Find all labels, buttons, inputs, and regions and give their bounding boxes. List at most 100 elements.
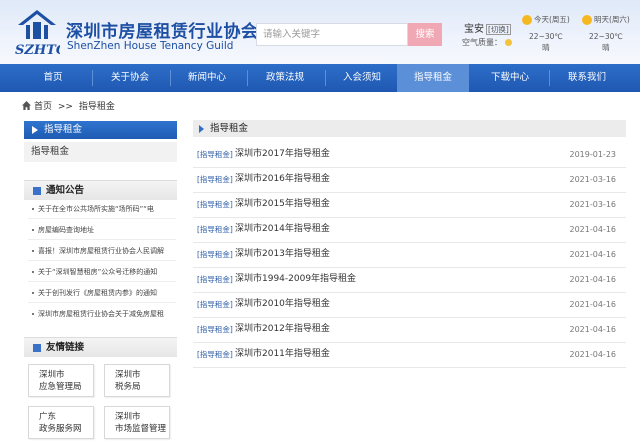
link-tax-bureau[interactable]: 深圳市 税务局 xyxy=(104,364,170,397)
divider xyxy=(28,239,176,240)
nav-item-home[interactable]: 首页 xyxy=(18,64,88,92)
notice-panel-title: 通知公告 xyxy=(46,185,85,196)
guild-logo[interactable]: SZHTG xyxy=(14,8,60,58)
nav-divider xyxy=(170,70,171,86)
item-tag: [指导租金] xyxy=(197,300,233,309)
item-title[interactable]: 深圳市2012年指导租金 xyxy=(235,317,330,342)
breadcrumb-home[interactable]: 首页 xyxy=(34,102,52,112)
item-title[interactable]: 深圳市1994-2009年指导租金 xyxy=(235,267,356,292)
link-line: 深圳市 xyxy=(115,412,141,422)
notice-item[interactable]: 关于“深圳智慧租房”公众号迁移的通知 xyxy=(32,267,174,277)
list-item[interactable]: [指导租金] 深圳市2010年指导租金 2021-04-16 xyxy=(193,292,626,317)
item-date: 2021-04-16 xyxy=(569,300,617,309)
bullet-icon xyxy=(32,271,34,273)
notice-text: 关于“深圳智慧租房”公众号迁移的通知 xyxy=(38,268,158,276)
weather-day: 明天(周六) xyxy=(594,15,630,24)
weather-temp: 22~30℃ xyxy=(589,32,623,41)
link-line: 深圳市 xyxy=(39,370,65,380)
link-line: 市场监督管理 xyxy=(115,424,167,434)
weather-day: 今天(周五) xyxy=(534,15,570,24)
item-title[interactable]: 深圳市2015年指导租金 xyxy=(235,192,330,217)
square-bullet-icon xyxy=(33,187,41,195)
city-name: 宝安 xyxy=(464,24,484,35)
list-item[interactable]: [指导租金] 深圳市2015年指导租金 2021-03-16 xyxy=(193,192,626,217)
item-title[interactable]: 深圳市2017年指导租金 xyxy=(235,142,330,167)
notice-item[interactable]: 房屋编码查询地址 xyxy=(32,225,174,235)
divider xyxy=(28,302,176,303)
nav-item-policy[interactable]: 政策法规 xyxy=(250,64,320,92)
item-tag: [指导租金] xyxy=(197,250,233,259)
nav-item-news[interactable]: 新闻中心 xyxy=(172,64,242,92)
list-item[interactable]: [指导租金] 深圳市1994-2009年指导租金 2021-04-16 xyxy=(193,267,626,292)
search-button[interactable]: 搜索 xyxy=(408,23,442,46)
list-item[interactable]: [指导租金] 深圳市2016年指导租金 2021-03-16 xyxy=(193,167,626,192)
sun-icon xyxy=(582,15,592,25)
sidebar-section-header: 指导租金 xyxy=(24,121,177,139)
search-input[interactable]: 请输入关键字 xyxy=(256,23,408,46)
notice-item[interactable]: 关于创刊发行《房屋租赁内参》的通知 xyxy=(32,288,174,298)
item-tag: [指导租金] xyxy=(197,175,233,184)
notice-text: 关于创刊发行《房屋租赁内参》的通知 xyxy=(38,289,157,297)
weather-temp: 22~30℃ xyxy=(529,32,563,41)
sidebar-item-guide-rent[interactable]: 指导租金 xyxy=(24,142,177,162)
nav-divider xyxy=(549,70,550,86)
nav-item-membership[interactable]: 入会须知 xyxy=(327,64,397,92)
city-selector: 宝安 [切换] xyxy=(464,20,511,35)
item-title[interactable]: 深圳市2013年指导租金 xyxy=(235,242,330,267)
air-quality-label: 空气质量： xyxy=(462,38,502,47)
item-tag: [指导租金] xyxy=(197,325,233,334)
item-tag: [指导租金] xyxy=(197,350,233,359)
item-date: 2021-04-16 xyxy=(569,325,617,334)
bullet-icon xyxy=(32,250,34,252)
logo-wordmark: SZHTG xyxy=(15,43,60,58)
item-tag: [指导租金] xyxy=(197,275,233,284)
list-item[interactable]: [指导租金] 深圳市2012年指导租金 2021-04-16 xyxy=(193,317,626,342)
link-market-supervision[interactable]: 深圳市 市场监督管理 xyxy=(104,406,170,439)
item-date: 2021-03-16 xyxy=(569,175,617,184)
bullet-icon xyxy=(32,292,34,294)
nav-item-downloads[interactable]: 下载中心 xyxy=(475,64,545,92)
notice-text: 房屋编码查询地址 xyxy=(38,226,94,234)
bullet-icon xyxy=(32,208,34,210)
weather-cond: 晴 xyxy=(602,43,610,52)
weather-cond: 晴 xyxy=(542,43,550,52)
item-title[interactable]: 深圳市2016年指导租金 xyxy=(235,167,330,192)
notice-item[interactable]: 喜报！深圳市房屋租赁行业协会人民调解 xyxy=(32,246,174,256)
link-emergency-bureau[interactable]: 深圳市 应急管理局 xyxy=(28,364,94,397)
item-title[interactable]: 深圳市2011年指导租金 xyxy=(235,342,330,367)
site-title: 深圳市房屋租赁行业协会 xyxy=(66,22,259,42)
item-tag: [指导租金] xyxy=(197,200,233,209)
divider xyxy=(193,367,626,368)
item-title[interactable]: 深圳市2010年指导租金 xyxy=(235,292,330,317)
notice-item[interactable]: 深圳市房屋租赁行业协会关于减免房屋租 xyxy=(32,309,174,319)
weather-tomorrow: 明天(周六) 22~30℃ 晴 xyxy=(582,14,630,53)
item-date: 2021-03-16 xyxy=(569,200,617,209)
notice-panel-header: 通知公告 xyxy=(24,180,177,200)
item-tag: [指导租金] xyxy=(197,225,233,234)
link-line: 广东 xyxy=(39,412,57,422)
nav-divider xyxy=(92,70,93,86)
list-item[interactable]: [指导租金] 深圳市2017年指导租金 2019-01-23 xyxy=(193,142,626,167)
main-nav: 首页 关于协会 新闻中心 政策法规 入会须知 指导租金 下载中心 联系我们 xyxy=(0,64,640,92)
site-subtitle: ShenZhen House Tenancy Guild xyxy=(67,40,234,52)
list-item[interactable]: [指导租金] 深圳市2013年指导租金 2021-04-16 xyxy=(193,242,626,267)
links-panel-title: 友情链接 xyxy=(46,342,85,353)
notice-item[interactable]: 关于在全市公共场所实施“场所码”“电 xyxy=(32,204,174,214)
item-date: 2021-04-16 xyxy=(569,275,617,284)
nav-item-guide-rent[interactable]: 指导租金 xyxy=(397,64,469,92)
divider xyxy=(28,218,176,219)
nav-item-contact[interactable]: 联系我们 xyxy=(552,64,622,92)
nav-divider xyxy=(247,70,248,86)
item-date: 2021-04-16 xyxy=(569,350,617,359)
site-header: SZHTG 深圳市房屋租赁行业协会 ShenZhen House Tenancy… xyxy=(0,0,640,64)
city-switch-link[interactable]: [切换] xyxy=(486,24,511,35)
link-gov-service[interactable]: 广东 政务服务网 xyxy=(28,406,94,439)
bullet-icon xyxy=(32,229,34,231)
links-panel-header: 友情链接 xyxy=(24,337,177,357)
home-icon xyxy=(22,101,31,110)
nav-item-about[interactable]: 关于协会 xyxy=(95,64,165,92)
list-item[interactable]: [指导租金] 深圳市2014年指导租金 2021-04-16 xyxy=(193,217,626,242)
item-title[interactable]: 深圳市2014年指导租金 xyxy=(235,217,330,242)
main-section-header: 指导租金 xyxy=(193,120,626,137)
list-item[interactable]: [指导租金] 深圳市2011年指导租金 2021-04-16 xyxy=(193,342,626,367)
